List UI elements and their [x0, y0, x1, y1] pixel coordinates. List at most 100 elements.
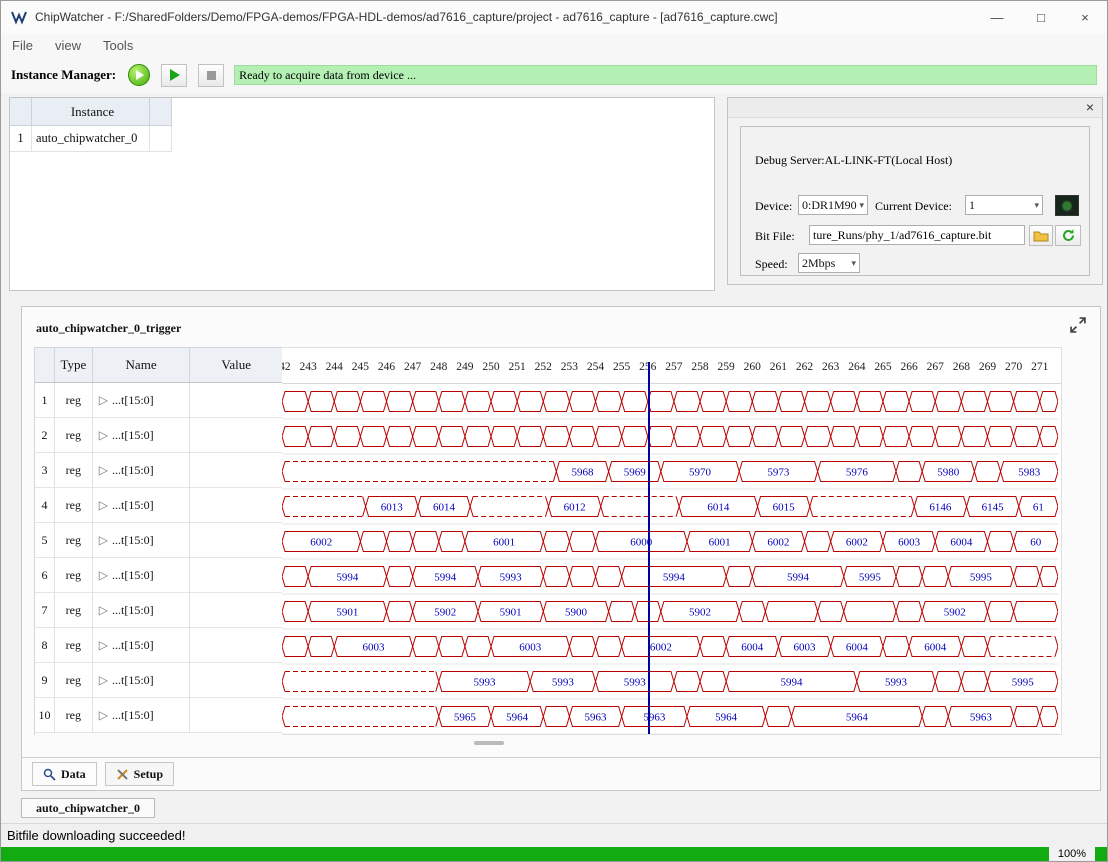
expand-signal-icon[interactable]: ▷	[99, 603, 108, 618]
expand-signal-icon[interactable]: ▷	[99, 638, 108, 653]
wave-row[interactable]: 6013 6014 6012 6014 6015 6146 6145 61	[282, 496, 1058, 525]
bus-value-label: 5994	[663, 572, 686, 584]
window-close-button[interactable]: ×	[1063, 1, 1107, 33]
instance-row[interactable]: 1 auto_chipwatcher_0	[10, 126, 714, 152]
time-tick: 268	[952, 361, 970, 373]
instance-extra-header	[150, 98, 172, 126]
signal-name-cell[interactable]: ▷ ...t[15:0]	[92, 418, 191, 453]
menu-item-view[interactable]: view	[44, 38, 92, 53]
tab-setup[interactable]: Setup	[104, 762, 175, 786]
signal-value	[190, 663, 282, 698]
time-tick: 253	[560, 361, 579, 373]
expand-signal-icon[interactable]: ▷	[99, 533, 108, 548]
bus-value-label: 5968	[571, 467, 594, 479]
bit-file-label: Bit File:	[755, 229, 795, 243]
expand-signal-icon[interactable]: ▷	[99, 428, 108, 443]
signal-name-cell[interactable]: ▷ ...t[15:0]	[92, 383, 191, 418]
stop-button[interactable]	[198, 63, 225, 87]
time-tick: 260	[743, 361, 761, 373]
signal-name-cell[interactable]: ▷ ...t[15:0]	[92, 523, 191, 558]
start-capture-button[interactable]	[128, 64, 151, 86]
signal-row[interactable]: 9 reg ▷ ...t[15:0]	[35, 663, 282, 698]
bit-file-input[interactable]	[809, 225, 1025, 245]
signal-name-cell[interactable]: ▷ ...t[15:0]	[92, 698, 191, 733]
bus-value-label: 6013	[381, 502, 404, 514]
signal-name-cell[interactable]: ▷ ...t[15:0]	[92, 453, 191, 488]
signal-name-cell[interactable]: ▷ ...t[15:0]	[92, 593, 191, 628]
instance-bottom-tab[interactable]: auto_chipwatcher_0	[21, 798, 155, 818]
bus-value-label: 5993	[624, 677, 647, 689]
bus-value-label: 5993	[885, 677, 908, 689]
time-cursor[interactable]	[647, 362, 650, 734]
device-select[interactable]: 0:DR1M90 ▾	[798, 195, 868, 215]
wave-row[interactable]: 5994 5994 5993 5994 5994 5995 5995	[282, 566, 1058, 595]
speed-label: Speed:	[755, 257, 788, 271]
signal-name: ...t[15:0]	[112, 392, 154, 407]
wave-row[interactable]: 6002 6001 6000 6001 6002 6002 6003 6004 60	[282, 531, 1058, 560]
signal-name-cell[interactable]: ▷ ...t[15:0]	[92, 558, 191, 593]
speed-select[interactable]: 2Mbps ▾	[798, 253, 860, 273]
fullscreen-icon[interactable]	[1070, 317, 1086, 338]
wave-row[interactable]: 5968 5969 5970 5973 5976 5980 5983	[282, 461, 1058, 490]
device-panel-close-icon[interactable]: ×	[1086, 99, 1094, 115]
window-maximize-button[interactable]: □	[1019, 1, 1063, 33]
signal-name-cell[interactable]: ▷ ...t[15:0]	[92, 663, 191, 698]
download-bitfile-button[interactable]	[1055, 225, 1081, 246]
signal-type: reg	[54, 593, 93, 628]
waveform-svg[interactable]: 5968 5969 5970 5973 5976 5980 5983 6013 6014 6012…	[282, 384, 1058, 734]
signal-row[interactable]: 5 reg ▷ ...t[15:0]	[35, 523, 282, 558]
signal-row[interactable]: 2 reg ▷ ...t[15:0]	[35, 418, 282, 453]
instance-name[interactable]: auto_chipwatcher_0	[32, 126, 150, 152]
signal-row[interactable]: 4 reg ▷ ...t[15:0]	[35, 488, 282, 523]
signal-index: 10	[35, 698, 55, 733]
signal-row[interactable]: 7 reg ▷ ...t[15:0]	[35, 593, 282, 628]
expand-signal-icon[interactable]: ▷	[99, 463, 108, 478]
waveform-area[interactable]: 242 243 244 245 246 247 248 249 250 251 252 253 254 2…	[282, 347, 1062, 735]
signal-row[interactable]: 6 reg ▷ ...t[15:0]	[35, 558, 282, 593]
signal-row[interactable]: 1 reg ▷ ...t[15:0]	[35, 383, 282, 418]
bus-value-label: 6004	[950, 537, 973, 549]
signal-row[interactable]: 3 reg ▷ ...t[15:0]	[35, 453, 282, 488]
signal-row[interactable]: 8 reg ▷ ...t[15:0]	[35, 628, 282, 663]
scan-device-button[interactable]	[1055, 195, 1079, 216]
time-tick: 261	[769, 361, 788, 373]
chip-icon	[1063, 201, 1071, 210]
window-minimize-button[interactable]: —	[975, 1, 1019, 33]
bus-value-label: 60	[1030, 537, 1042, 549]
signal-value	[190, 453, 282, 488]
speed-select-value: 2Mbps	[802, 255, 836, 270]
bus-value-label: 5902	[689, 607, 711, 619]
acquire-status-strip: Ready to acquire data from device ...	[234, 65, 1097, 85]
signal-row[interactable]: 10 reg ▷ ...t[15:0]	[35, 698, 282, 733]
browse-bit-file-button[interactable]	[1029, 225, 1053, 246]
menu-item-file[interactable]: File	[1, 38, 44, 53]
horizontal-scrollbar-thumb[interactable]	[474, 741, 504, 745]
signal-wave-container: Type Name Value 1 reg ▷ ...t[15:0] 2 reg ▷ ...t…	[34, 347, 1062, 735]
expand-signal-icon[interactable]: ▷	[99, 498, 108, 513]
run-button[interactable]	[161, 63, 188, 87]
time-tick: 245	[351, 361, 369, 373]
wave-row[interactable]: 5901 5902 5901 5900 5902 5902	[282, 601, 1058, 630]
signal-name-cell[interactable]: ▷ ...t[15:0]	[92, 488, 191, 523]
bus-value-label: 5900	[565, 607, 588, 619]
chevron-down-icon: ▾	[851, 257, 856, 268]
bus-value-label: 5901	[500, 607, 522, 619]
menu-item-tools[interactable]: Tools	[92, 38, 144, 53]
expand-signal-icon[interactable]: ▷	[99, 673, 108, 688]
wave-row[interactable]: 5965 5964 5963 5963 5964 5964 5963	[282, 706, 1058, 735]
wave-row[interactable]	[282, 391, 1058, 420]
expand-signal-icon[interactable]: ▷	[99, 393, 108, 408]
expand-signal-icon[interactable]: ▷	[99, 708, 108, 723]
bus-value-label: 6014	[433, 502, 456, 514]
time-tick: 257	[665, 361, 683, 373]
wave-row[interactable]: 6003 6003 6002 6004 6003 6004 6004	[282, 636, 1058, 665]
expand-signal-icon[interactable]: ▷	[99, 568, 108, 583]
current-device-select[interactable]: 1 ▾	[965, 195, 1043, 215]
tab-data[interactable]: Data	[32, 762, 97, 786]
time-tick: 264	[848, 361, 866, 373]
signal-name-cell[interactable]: ▷ ...t[15:0]	[92, 628, 191, 663]
signal-index: 1	[35, 383, 55, 418]
wave-row[interactable]	[282, 426, 1058, 455]
wave-row[interactable]: 5993 5993 5993 5994 5993 5995	[282, 671, 1058, 700]
instance-table-panel: Instance 1 auto_chipwatcher_0	[9, 97, 715, 291]
